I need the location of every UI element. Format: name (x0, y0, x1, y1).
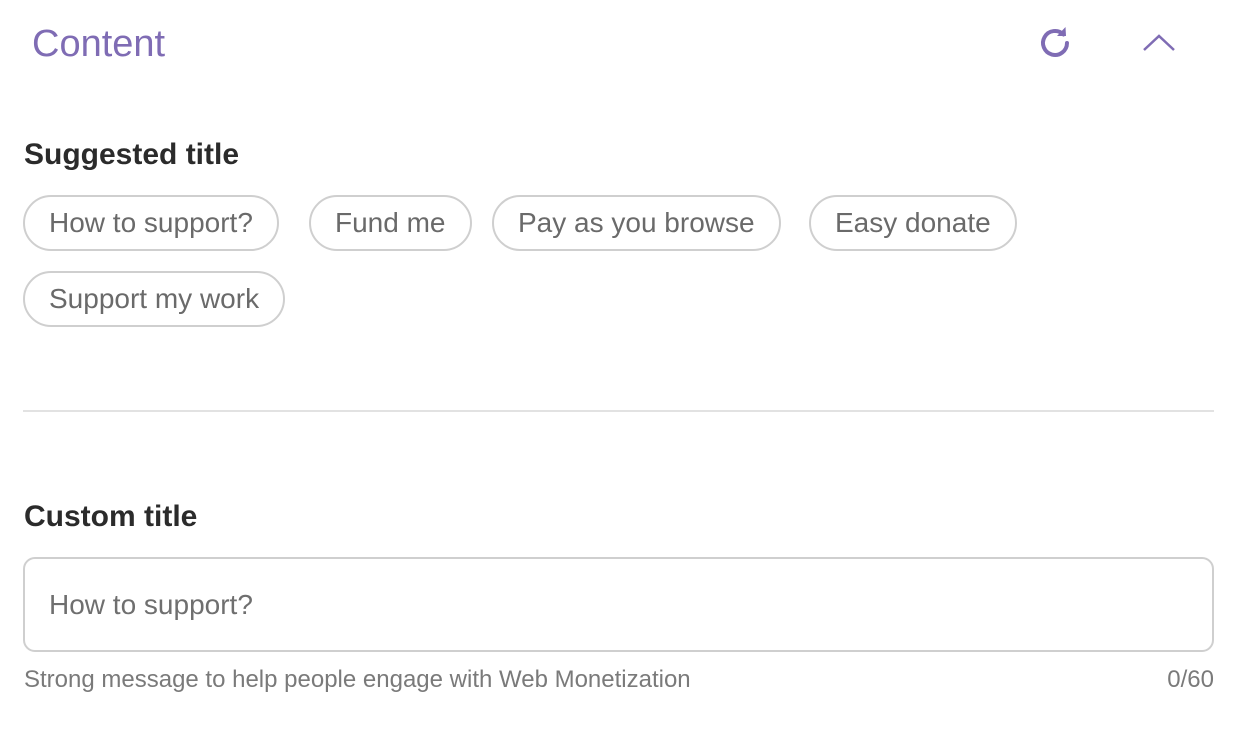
refresh-icon[interactable] (1036, 24, 1074, 62)
panel-title: Content (32, 23, 166, 65)
custom-title-label: Custom title (24, 500, 198, 533)
suggested-title-chip[interactable]: Support my work (23, 271, 286, 327)
custom-title-input[interactable] (49, 579, 1179, 631)
suggested-title-chip[interactable]: Pay as you browse (492, 195, 781, 251)
custom-title-field[interactable] (23, 557, 1214, 652)
suggested-title-chip[interactable]: How to support? (23, 195, 279, 251)
section-divider (23, 410, 1214, 412)
custom-title-helper-text: Strong message to help people engage wit… (24, 666, 691, 693)
chevron-up-icon[interactable] (1140, 26, 1178, 60)
suggested-title-label: Suggested title (24, 138, 240, 171)
suggested-title-chip[interactable]: Easy donate (809, 195, 1017, 251)
suggested-title-chip[interactable]: Fund me (309, 195, 472, 251)
character-counter: 0/60 (1167, 666, 1214, 693)
content-panel: Content Suggested title How to support? … (0, 0, 1245, 731)
panel-header: Content (32, 18, 1213, 70)
